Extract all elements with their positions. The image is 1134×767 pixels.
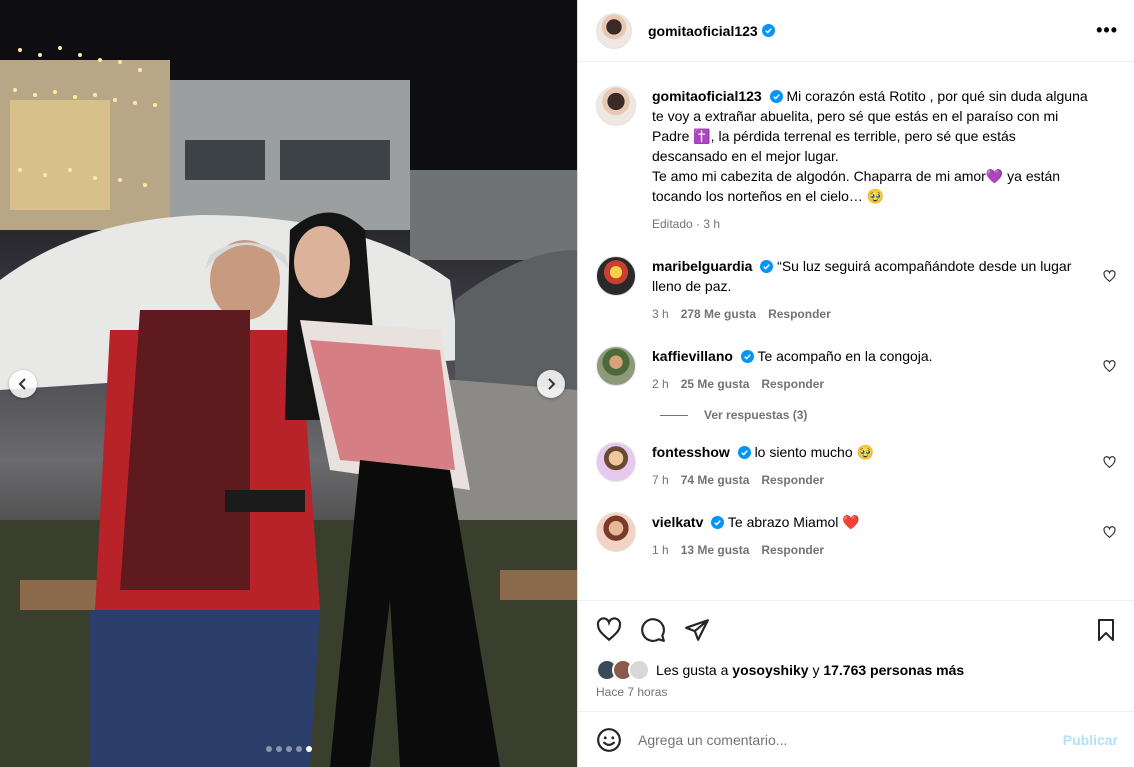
avatar[interactable] (596, 512, 636, 552)
comment-username[interactable]: fontesshow (652, 444, 730, 460)
carousel-dot (295, 746, 302, 752)
caption: gomitaoficial123 Mi corazón está Rotito … (596, 86, 1118, 234)
comment-item: maribelguardia “Su luz seguirá acompañán… (596, 256, 1118, 324)
comment-text: Te acompaño en la congoja. (757, 348, 933, 364)
verified-icon (769, 90, 783, 103)
carousel-dot (265, 746, 272, 752)
comments-list: gomitaoficial123 Mi corazón está Rotito … (578, 62, 1134, 600)
comment-likes[interactable]: 13 Me gusta (681, 540, 750, 560)
comment-box: Publicar (578, 711, 1134, 767)
comment-likes[interactable]: 74 Me gusta (681, 470, 750, 490)
verified-icon (711, 516, 725, 529)
verified-icon (760, 260, 774, 273)
carousel-dot (275, 746, 282, 752)
likes-others[interactable]: 17.763 personas más (823, 662, 964, 678)
likes-connector: y (812, 662, 820, 678)
reply-button[interactable]: Responder (761, 374, 824, 394)
chevron-right-icon (548, 378, 556, 390)
reply-button[interactable]: Responder (768, 304, 831, 324)
carousel-prev-button[interactable] (9, 370, 37, 398)
post-panel: gomitaoficial123 ••• gomitaoficial123 Mi… (577, 0, 1134, 767)
post-header: gomitaoficial123 ••• (578, 0, 1134, 62)
heart-icon[interactable] (596, 617, 622, 643)
comment-time: 2 h (652, 377, 669, 391)
caption-username[interactable]: gomitaoficial123 (652, 88, 762, 104)
comment-username[interactable]: maribelguardia (652, 258, 752, 274)
carousel-dots (265, 746, 312, 752)
likes-summary[interactable]: Les gusta a yosoyshiky y 17.763 personas… (596, 659, 1118, 681)
avatar[interactable] (596, 442, 636, 482)
comment-time: 7 h (652, 473, 669, 487)
heart-icon[interactable] (1103, 456, 1116, 469)
verified-icon (737, 446, 751, 459)
comment-text: Te abrazo Miamol ❤️ (727, 514, 860, 530)
comment-time: 3 h (652, 307, 669, 321)
heart-icon[interactable] (1103, 270, 1116, 283)
comment-item: fontesshow lo siento mucho 🥹 7 h 74 Me g… (596, 442, 1118, 490)
caption-meta: Editado · 3 h (652, 217, 721, 231)
comment-item: vielkatv Te abrazo Miamol ❤️ 1 h 13 Me g… (596, 512, 1118, 560)
more-options-button[interactable]: ••• (1096, 20, 1118, 41)
photo-scene (0, 0, 577, 767)
verified-icon (761, 24, 775, 37)
comment-likes[interactable]: 25 Me gusta (681, 374, 750, 394)
carousel-dot (285, 746, 292, 752)
bookmark-icon[interactable] (1094, 618, 1118, 642)
liker-avatars (596, 659, 650, 681)
comment-username[interactable]: kaffievillano (652, 348, 733, 364)
view-replies-button[interactable]: Ver respuestas (3) (660, 408, 1118, 422)
comment-username[interactable]: vielkatv (652, 514, 703, 530)
share-icon[interactable] (684, 617, 710, 643)
heart-icon[interactable] (1103, 360, 1116, 373)
post-actions: Les gusta a yosoyshiky y 17.763 personas… (578, 600, 1134, 699)
publish-button[interactable]: Publicar (1063, 732, 1118, 748)
caption-text: Te amo mi cabezita de algodón. Chaparra … (652, 168, 1061, 204)
avatar[interactable] (596, 256, 636, 296)
comment-input[interactable] (638, 731, 1063, 748)
verified-icon (740, 350, 754, 363)
likes-first-user[interactable]: yosoyshiky (732, 662, 808, 678)
action-icons (596, 613, 1118, 647)
post-timestamp: Hace 7 horas (596, 685, 668, 699)
carousel-dot-active (305, 746, 312, 752)
likes-prefix: Les gusta a (656, 662, 729, 678)
heart-icon[interactable] (1103, 526, 1116, 539)
comment-likes[interactable]: 278 Me gusta (681, 304, 756, 324)
comment-text: lo siento mucho 🥹 (754, 444, 874, 460)
post-photo[interactable] (0, 0, 577, 767)
comment-time: 1 h (652, 543, 669, 557)
avatar[interactable] (596, 12, 632, 49)
avatar[interactable] (596, 346, 636, 386)
view-replies-label: Ver respuestas (3) (704, 408, 808, 422)
avatar[interactable] (596, 86, 636, 126)
author-username[interactable]: gomitaoficial123 (648, 23, 758, 39)
reply-button[interactable]: Responder (761, 540, 824, 560)
carousel-next-button[interactable] (537, 370, 565, 398)
chevron-left-icon (18, 378, 26, 390)
comment-icon[interactable] (640, 617, 666, 643)
replies-divider (660, 414, 688, 416)
emoji-icon[interactable] (596, 727, 622, 753)
comment-item: kaffievillano Te acompaño en la congoja.… (596, 346, 1118, 394)
reply-button[interactable]: Responder (761, 470, 824, 490)
